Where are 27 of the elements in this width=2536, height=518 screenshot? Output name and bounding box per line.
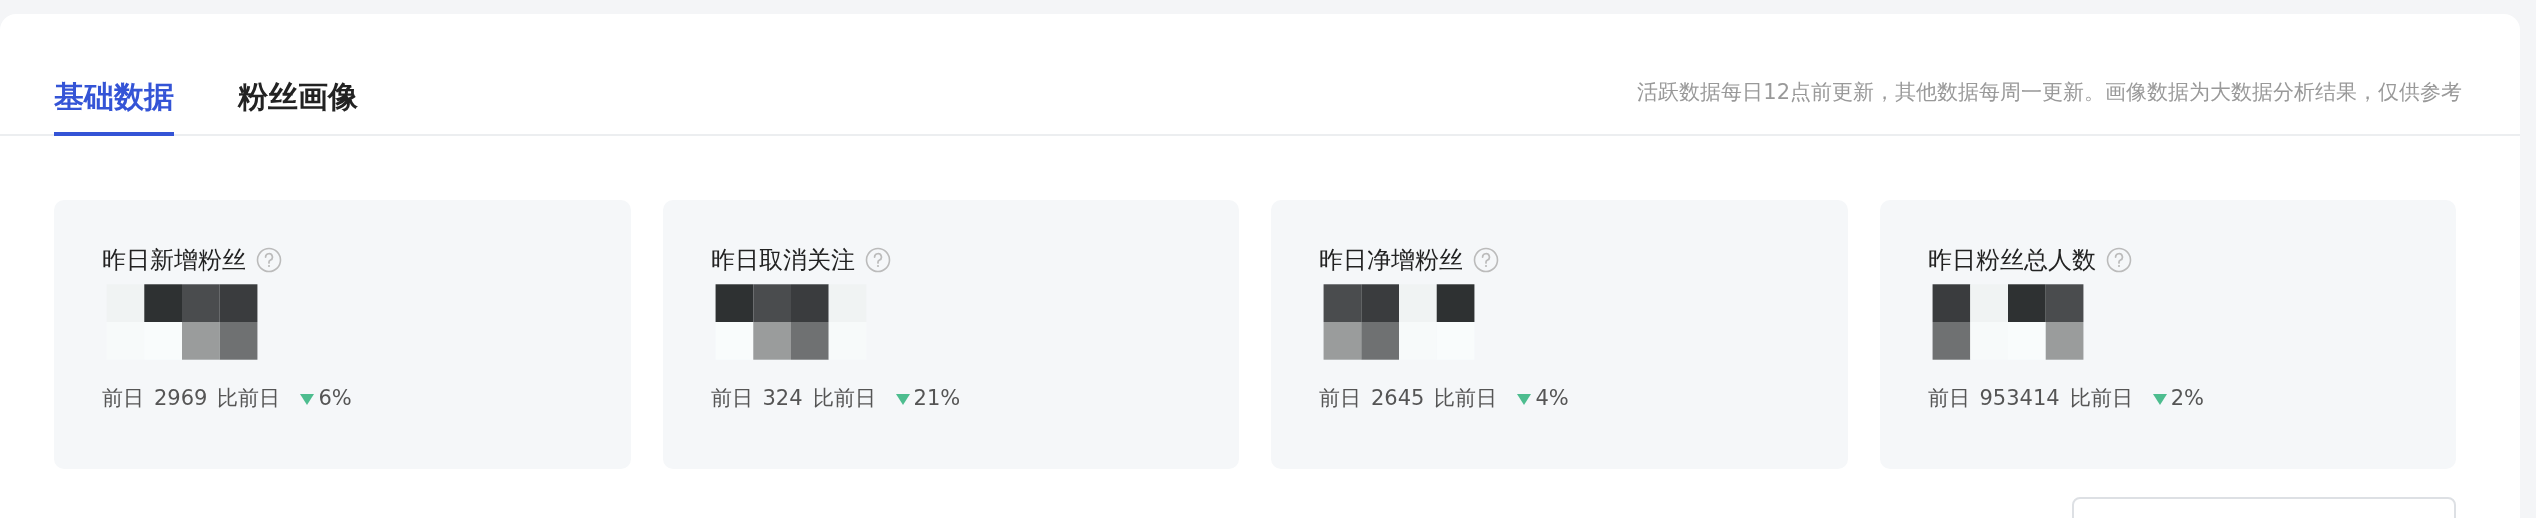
- help-icon[interactable]: [1473, 247, 1499, 273]
- update-note: 活跃数据每日12点前更新，其他数据每周一更新。画像数据为大数据分析结果，仅供参考: [1637, 79, 2462, 106]
- change-percent: 4%: [1535, 386, 1569, 410]
- previous-label: 前日: [1927, 385, 1970, 412]
- help-icon[interactable]: [256, 247, 282, 273]
- card-title: 昨日新增粉丝: [102, 245, 246, 276]
- compare-label: 比前日: [217, 385, 281, 412]
- help-icon[interactable]: [864, 247, 891, 273]
- previous-value: 324: [762, 386, 803, 410]
- compare-label: 比前日: [2069, 385, 2133, 412]
- compare-label: 比前日: [812, 385, 876, 412]
- change-percent: 6%: [318, 386, 352, 410]
- previous-label: 前日: [1319, 385, 1361, 412]
- previous-value: 2969: [154, 386, 208, 410]
- card-title: 昨日粉丝总人数: [1927, 245, 2096, 276]
- previous-value: 2645: [1371, 386, 1425, 410]
- tab[interactable]: 粉丝画像: [238, 77, 358, 136]
- card-title: 昨日净增粉丝: [1319, 245, 1463, 276]
- tab[interactable]: 基础数据: [54, 77, 174, 136]
- card-title: 昨日取消关注: [710, 245, 855, 276]
- change-percent: 2%: [2170, 386, 2204, 410]
- help-icon[interactable]: [2105, 247, 2132, 273]
- previous-label: 前日: [710, 385, 753, 412]
- previous-value: 953414: [1979, 386, 2060, 410]
- change-percent: 21%: [913, 386, 961, 410]
- compare-label: 比前日: [1434, 385, 1498, 412]
- previous-label: 前日: [102, 385, 144, 412]
